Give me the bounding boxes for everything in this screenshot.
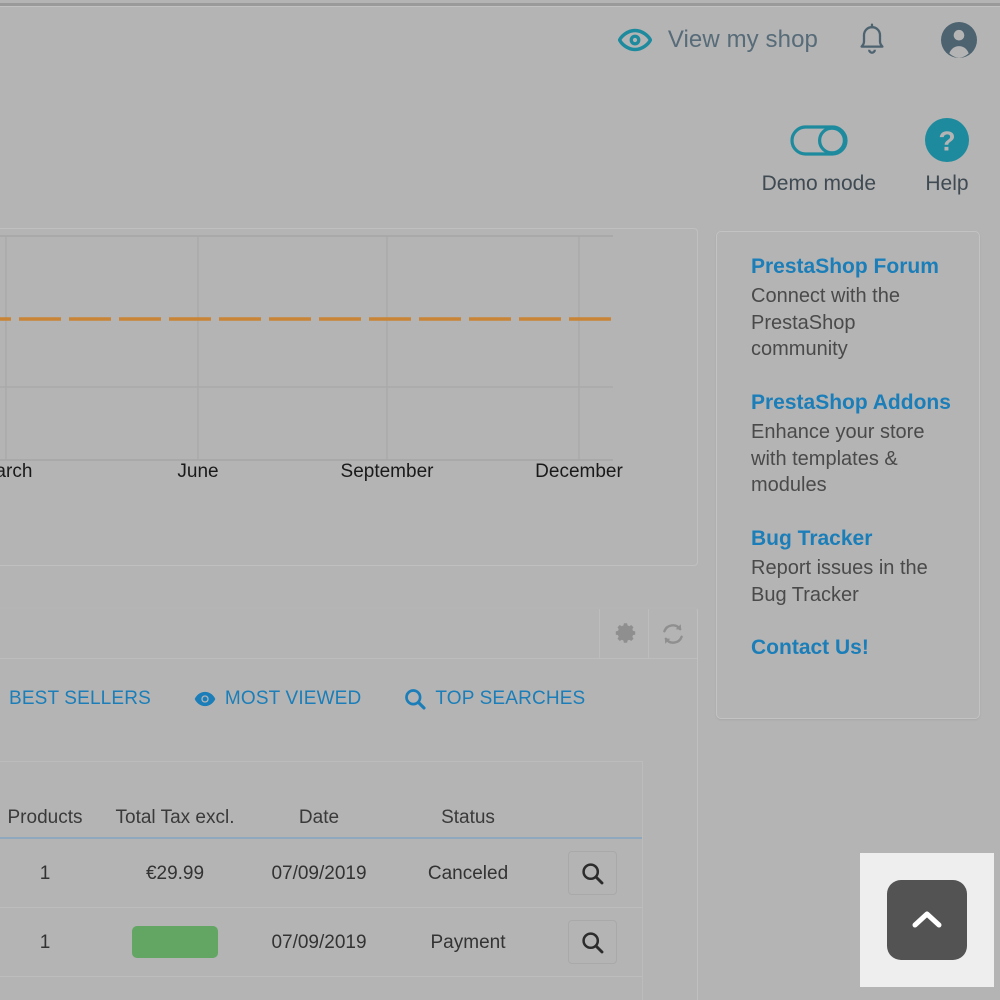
eye-icon <box>617 23 652 57</box>
chevron-up-icon <box>912 911 942 928</box>
products-stats-panel: BEST SELLERS MOST VIEWED TOP SEARCHES Pr… <box>0 607 698 1000</box>
panel-refresh-button[interactable] <box>648 609 697 659</box>
panel-gap <box>0 566 700 607</box>
sidebar-link-title[interactable]: PrestaShop Addons <box>751 390 951 417</box>
chart-plot-area <box>0 235 613 461</box>
eye-icon <box>194 688 216 710</box>
tab-label: TOP SEARCHES <box>435 688 586 709</box>
panel-header <box>0 609 697 659</box>
page-root: View my shop Demo mode ? Help arch June … <box>0 0 1000 1000</box>
table-header-row: Products Total Tax excl. Date Status <box>0 762 642 839</box>
sidebar-link-title[interactable]: Contact Us! <box>751 635 951 662</box>
notifications-bell-button[interactable] <box>856 23 888 57</box>
tab-most-viewed[interactable]: MOST VIEWED <box>194 688 361 710</box>
col-header-products: Products <box>7 807 83 828</box>
table-row: 1 07/09/2019 Payment <box>0 907 642 978</box>
help-button[interactable]: ? Help <box>924 112 970 196</box>
view-order-button[interactable] <box>567 920 617 965</box>
orders-table-head: Products Total Tax excl. Date Status <box>0 762 642 839</box>
sidebar-link-bug-tracker[interactable]: Bug Tracker Report issues in the Bug Tra… <box>751 526 951 608</box>
sidebar-link-title[interactable]: PrestaShop Forum <box>751 254 951 281</box>
help-label: Help <box>925 172 969 195</box>
user-avatar-button[interactable] <box>940 21 978 59</box>
header-top-actions: View my shop <box>617 21 978 59</box>
col-header-status: Status <box>441 807 495 828</box>
search-icon <box>404 688 426 710</box>
chart-x-tick: March <box>0 461 33 482</box>
tab-best-sellers[interactable]: BEST SELLERS <box>0 688 151 710</box>
sidebar-link-addons[interactable]: PrestaShop Addons Enhance your store wit… <box>751 390 951 499</box>
orders-table-container: Products Total Tax excl. Date Status 1 €… <box>0 761 643 1000</box>
tab-label: MOST VIEWED <box>224 688 362 709</box>
view-order-button[interactable] <box>567 851 617 896</box>
cell-action <box>542 907 642 978</box>
search-icon <box>581 932 603 954</box>
search-icon <box>581 863 603 885</box>
table-row: 1 €29.99 07/09/2019 Canceled <box>0 838 642 909</box>
header-tool-buttons: Demo mode ? Help <box>762 112 970 196</box>
sidebar-link-description: Report issues in the Bug Tracker <box>751 556 928 606</box>
sidebar-link-description: Enhance your store with templates & modu… <box>751 420 925 497</box>
demo-mode-label: Demo mode <box>761 172 876 195</box>
cell-status: Canceled <box>394 838 542 909</box>
tab-label: BEST SELLERS <box>9 688 151 709</box>
stats-tabs: BEST SELLERS MOST VIEWED TOP SEARCHES <box>0 659 697 739</box>
toggle-switch-icon <box>788 112 850 168</box>
scroll-to-top-container <box>860 853 994 987</box>
col-header-actions <box>542 762 642 838</box>
chart-x-axis-labels: March June September December <box>0 461 623 491</box>
sidebar-link-contact-us[interactable]: Contact Us! <box>751 635 951 662</box>
demo-mode-toggle[interactable]: Demo mode <box>762 112 876 196</box>
svg-text:?: ? <box>938 126 955 157</box>
sidebar-link-description: Connect with the PrestaShop community <box>751 284 900 361</box>
col-header-total: Total Tax excl. <box>115 807 235 828</box>
sidebar-link-forum[interactable]: PrestaShop Forum Connect with the Presta… <box>751 254 951 363</box>
cell-products: 1 <box>0 838 106 909</box>
question-mark-circle-icon: ? <box>924 112 970 168</box>
scroll-to-top-button[interactable] <box>887 880 967 960</box>
cell-status: Payment <box>394 907 542 978</box>
sidebar-link-title[interactable]: Bug Tracker <box>751 526 951 553</box>
orders-table: Products Total Tax excl. Date Status 1 €… <box>0 762 642 978</box>
header-bar: View my shop Demo mode ? Help <box>0 7 1000 225</box>
cell-total <box>106 907 244 978</box>
status-badge <box>132 926 218 959</box>
cell-total: €29.99 <box>106 838 244 909</box>
cell-date: 07/09/2019 <box>244 907 394 978</box>
chart-x-tick: December <box>535 461 623 482</box>
traffic-chart-panel: March June September December <box>0 228 698 566</box>
help-resources-panel: PrestaShop Forum Connect with the Presta… <box>716 231 980 719</box>
cell-products: 1 <box>0 907 106 978</box>
panel-header-actions <box>599 609 697 659</box>
view-my-shop-link[interactable]: View my shop <box>617 23 818 57</box>
chart-x-tick: September <box>340 461 434 482</box>
cell-action <box>542 838 642 909</box>
orders-table-body: 1 €29.99 07/09/2019 Canceled 1 07/09/201… <box>0 838 642 978</box>
cell-date: 07/09/2019 <box>244 838 394 909</box>
col-header-date: Date <box>298 807 340 828</box>
panel-settings-button[interactable] <box>599 609 648 659</box>
view-my-shop-label: View my shop <box>667 26 818 53</box>
chart-x-tick: June <box>177 461 219 482</box>
tab-top-searches[interactable]: TOP SEARCHES <box>404 688 585 710</box>
